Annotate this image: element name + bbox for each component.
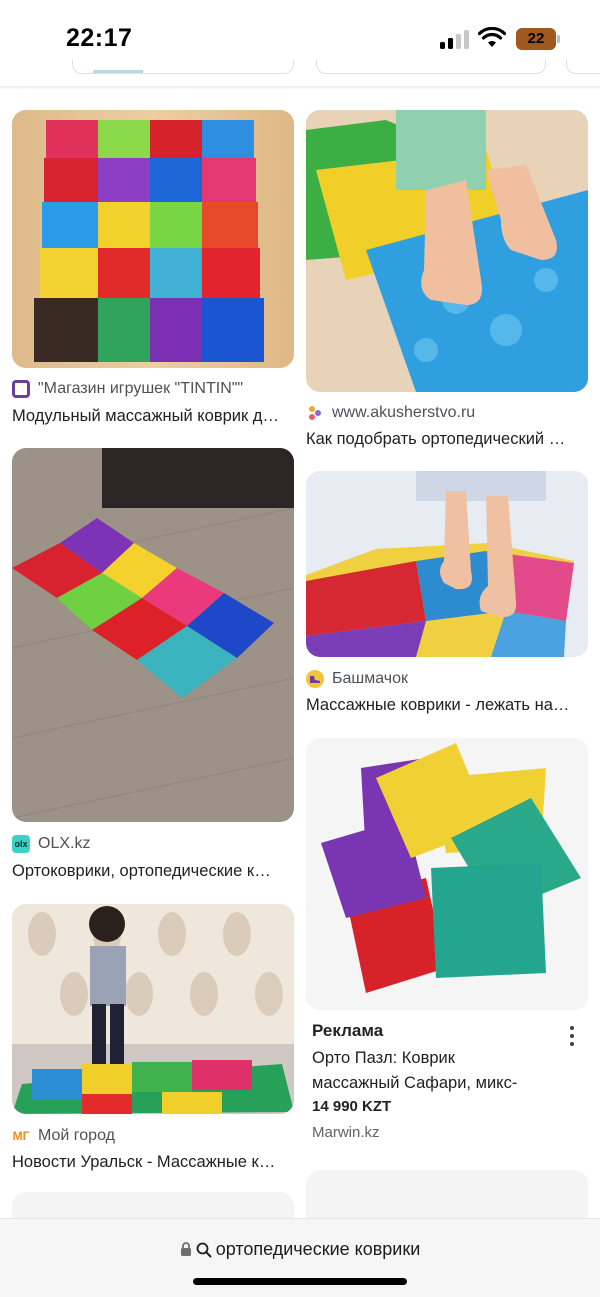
result-source[interactable]: olx OLX.kz — [12, 835, 90, 853]
child-feet-on-mat-image — [306, 110, 588, 392]
search-icon — [196, 1242, 212, 1257]
ad-image[interactable] — [306, 738, 588, 1010]
filter-chip[interactable] — [316, 60, 546, 74]
olx-favicon-icon: olx — [12, 835, 30, 853]
address-query: ортопедические коврики — [215, 1239, 421, 1259]
safari-address-bar: ортопедические коврики — [0, 1218, 600, 1297]
massage-mat-on-floor-image — [12, 448, 294, 822]
battery-level: 22 — [516, 28, 556, 50]
massage-mat-image — [12, 110, 294, 368]
result-title[interactable]: Как подобрать ортопедический коврик — [306, 430, 568, 449]
child-standing-on-mat-image — [12, 904, 294, 1114]
result-source-label: "Магазин игрушек "TINTIN"" — [38, 380, 244, 397]
ad-title-line1[interactable]: Орто Пазл: Коврик — [312, 1046, 552, 1071]
result-source-label: OLX.kz — [38, 835, 91, 852]
address-field[interactable]: ортопедические коврики — [0, 1239, 600, 1260]
result-title[interactable]: Модульный массажный коврик для детей — [12, 407, 282, 426]
result-title[interactable]: Ортоковрики, ортопедические коврики — [12, 862, 274, 881]
result-source-label: Мой город — [38, 1127, 115, 1144]
filter-chip-row — [0, 60, 600, 86]
home-indicator[interactable] — [193, 1278, 407, 1285]
tintin-favicon-icon — [12, 380, 30, 398]
result-source-label: www.akusherstvo.ru — [332, 404, 476, 421]
battery-icon: 22 — [516, 28, 560, 50]
ad-price: 14 990 KZT — [312, 1098, 392, 1115]
result-image[interactable] — [306, 110, 588, 392]
moi-gorod-favicon-icon: МГ — [12, 1129, 30, 1143]
wifi-icon — [478, 27, 506, 47]
result-title[interactable]: Массажные коврики - лежать на них — [306, 696, 572, 715]
bashmachok-favicon-icon — [306, 670, 324, 688]
result-source[interactable]: Башмачок — [306, 670, 408, 688]
result-image[interactable] — [12, 904, 294, 1114]
akusherstvo-favicon-icon — [306, 404, 324, 422]
result-source[interactable]: "Магазин игрушек "TINTIN"" — [12, 380, 243, 398]
result-source[interactable]: www.akusherstvo.ru — [306, 404, 475, 422]
result-source[interactable]: МГ Мой город — [12, 1127, 115, 1145]
result-image[interactable] — [306, 471, 588, 657]
result-source-label: Башмачок — [332, 670, 409, 687]
filter-chip[interactable] — [72, 60, 294, 74]
lock-icon — [180, 1242, 191, 1256]
cellular-signal-icon — [440, 30, 470, 49]
ad-domain[interactable]: Marwin.kz — [312, 1124, 380, 1141]
result-image[interactable] — [12, 448, 294, 822]
status-time: 22:17 — [66, 24, 133, 52]
result-title[interactable]: Новости Уральск - Массажные коврики — [12, 1153, 278, 1172]
result-image[interactable] — [12, 110, 294, 368]
puzzle-mats-image — [306, 738, 588, 1010]
more-options-icon[interactable] — [566, 1026, 578, 1048]
filter-chip[interactable] — [566, 60, 600, 74]
ad-title-line2[interactable]: массажный Сафари, микс- — [312, 1071, 552, 1096]
ad-label: Реклама — [312, 1021, 384, 1040]
child-on-mat-image — [306, 471, 588, 657]
